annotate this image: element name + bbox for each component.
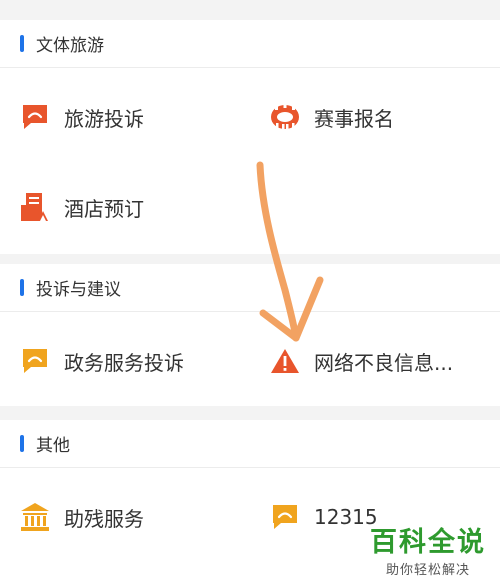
section-title: 其他 <box>36 436 70 456</box>
item-label: 酒店预订 <box>64 196 144 221</box>
stadium-icon <box>270 102 300 132</box>
complaint-bubble-icon <box>20 102 50 132</box>
section-accent-bar <box>20 435 24 452</box>
watermark: 百科全说 助你轻松解决 <box>370 527 486 578</box>
section-title: 文体旅游 <box>36 36 104 56</box>
hotel-icon <box>20 192 50 222</box>
watermark-title: 百科全说 <box>370 527 486 558</box>
item-label: 政务服务投诉 <box>64 350 184 375</box>
section-header: 投诉与建议 <box>0 264 500 312</box>
item-label: 12315 <box>314 505 378 529</box>
warning-icon <box>270 346 300 376</box>
complaint-bubble-icon <box>270 502 300 532</box>
item-label: 助残服务 <box>64 506 144 531</box>
item-hotel-booking[interactable]: 酒店预订 <box>20 192 144 222</box>
item-label: 赛事报名 <box>314 106 394 131</box>
section-title: 投诉与建议 <box>36 280 121 300</box>
watermark-subtitle: 助你轻松解决 <box>385 563 470 578</box>
item-harmful-info-report[interactable]: 网络不良信息... <box>270 346 453 376</box>
item-gov-service-complaint[interactable]: 政务服务投诉 <box>20 346 184 376</box>
item-disability-service[interactable]: 助残服务 <box>20 502 144 532</box>
item-12315[interactable]: 12315 <box>270 502 378 532</box>
section-header: 其他 <box>0 420 500 468</box>
section-culture-tourism: 文体旅游 旅游投诉 赛事报名 酒店预订 <box>0 20 500 254</box>
item-label: 旅游投诉 <box>64 106 144 131</box>
item-travel-complaint[interactable]: 旅游投诉 <box>20 102 144 132</box>
bank-icon <box>20 502 50 532</box>
item-label: 网络不良信息... <box>314 350 454 375</box>
complaint-bubble-icon <box>20 346 50 376</box>
section-accent-bar <box>20 279 24 296</box>
section-accent-bar <box>20 35 24 52</box>
section-complaints-suggestions: 投诉与建议 政务服务投诉 网络不良信息... <box>0 264 500 406</box>
item-event-registration[interactable]: 赛事报名 <box>270 102 394 132</box>
section-header: 文体旅游 <box>0 20 500 68</box>
